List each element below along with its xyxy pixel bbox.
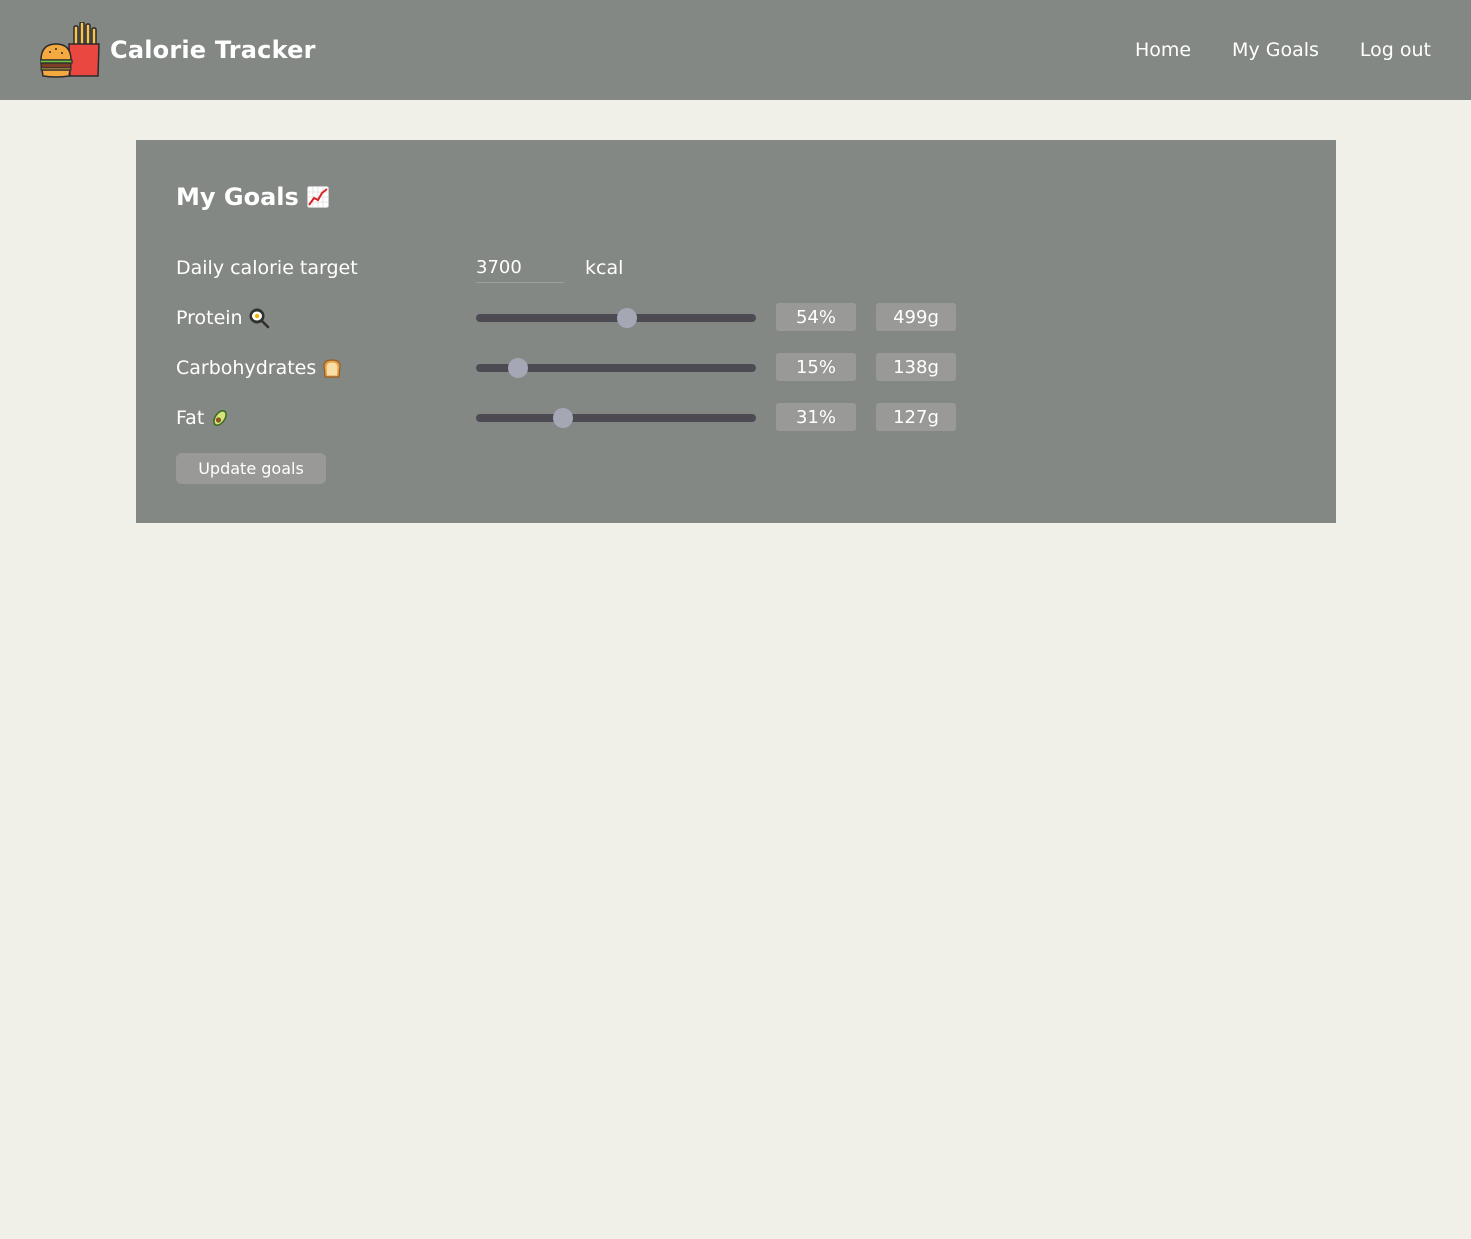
avocado-icon — [213, 409, 228, 427]
brand[interactable]: Calorie Tracker — [40, 20, 316, 80]
fat-percent-badge: 31% — [776, 403, 856, 431]
protein-label: Protein — [176, 303, 270, 333]
carbohydrates-label: Carbohydrates — [176, 353, 343, 383]
protein-slider-track — [476, 314, 756, 322]
calorie-target-label-text: Daily calorie target — [176, 257, 358, 279]
goals-title: My Goals — [176, 183, 299, 211]
nav-menu: Home My Goals Log out — [1094, 0, 1431, 100]
fat-label: Fat — [176, 403, 231, 433]
macro-row-protein: Protein 54% 499g — [176, 303, 1076, 333]
fat-label-text: Fat — [176, 407, 205, 429]
chart-increasing-icon — [306, 186, 329, 208]
protein-percent-badge: 54% — [776, 303, 856, 331]
carbohydrates-label-text: Carbohydrates — [176, 357, 317, 379]
protein-label-text: Protein — [176, 307, 243, 329]
fat-slider[interactable] — [476, 403, 756, 433]
macro-row-carbohydrates: Carbohydrates 15% 138g — [176, 353, 1076, 383]
protein-grams-badge: 499g — [876, 303, 956, 331]
fat-slider-track — [476, 414, 756, 422]
burger-and-fries-icon — [40, 22, 100, 78]
cooking-egg-icon — [249, 308, 269, 329]
bread-icon — [323, 359, 341, 378]
app-title: Calorie Tracker — [110, 36, 316, 64]
calorie-unit: kcal — [585, 257, 624, 279]
protein-slider[interactable] — [476, 303, 756, 333]
calorie-target-row: Daily calorie target kcal — [176, 253, 1076, 283]
fat-slider-handle[interactable] — [552, 408, 573, 428]
carbohydrates-percent-badge: 15% — [776, 353, 856, 381]
goals-title-group: My Goals — [176, 180, 329, 214]
calorie-target-input[interactable] — [476, 253, 564, 283]
macro-row-fat: Fat 31% 127g — [176, 403, 1076, 433]
navbar: Calorie Tracker Home My Goals Log out — [0, 0, 1471, 100]
carbohydrates-grams-badge: 138g — [876, 353, 956, 381]
fat-grams-badge: 127g — [876, 403, 956, 431]
carbohydrates-slider-handle[interactable] — [508, 358, 528, 378]
calorie-target-label: Daily calorie target — [176, 253, 358, 283]
protein-slider-handle[interactable] — [617, 308, 638, 328]
update-goals-button[interactable]: Update goals — [176, 453, 326, 484]
nav-log-out-link[interactable]: Log out — [1360, 39, 1431, 61]
nav-home-link[interactable]: Home — [1135, 39, 1191, 61]
nav-my-goals-link[interactable]: My Goals — [1232, 39, 1319, 61]
goals-panel: My Goals Daily calorie target kcal Prote… — [136, 140, 1336, 523]
carbohydrates-slider[interactable] — [476, 353, 756, 383]
